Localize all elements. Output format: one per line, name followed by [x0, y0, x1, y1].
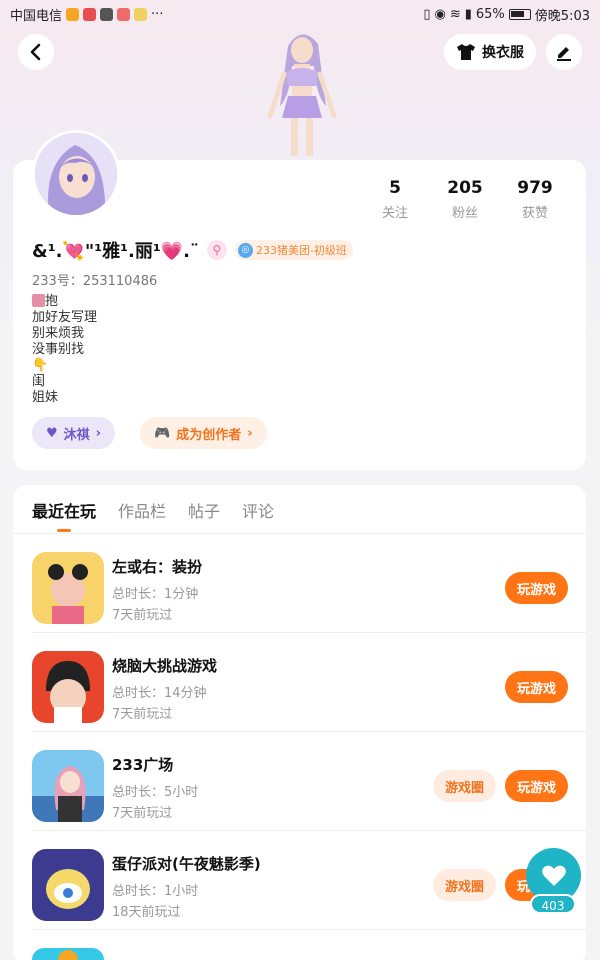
status-bar: 中国电信 ··· ▯ ◉ ≋ ▮ 65% 傍晚5:03	[0, 0, 600, 28]
avatar-portrait-icon	[35, 133, 117, 215]
edit-profile-button[interactable]	[546, 34, 582, 70]
change-outfit-label: 换衣服	[482, 45, 524, 61]
group-badge-icon: ◎	[237, 242, 253, 258]
user-id: 233号：253110486	[32, 274, 158, 289]
stat-likes[interactable]: 979 获赞	[500, 178, 570, 221]
stat-number: 205	[447, 178, 483, 198]
game-icon-233-plaza	[32, 750, 104, 822]
chevron-right-icon: ›	[95, 425, 102, 441]
game-last-played: 18天前玩过	[112, 905, 181, 920]
game-icon-eggy-party	[32, 849, 104, 921]
tab-recently-played[interactable]: 最近在玩	[32, 498, 96, 532]
game-name: 烧脑大挑战游戏	[112, 657, 218, 675]
vibrate-icon: ▯	[423, 6, 431, 22]
game-name: 左或右：装扮	[112, 558, 203, 576]
app-notification-icon	[100, 7, 114, 21]
play-game-button[interactable]: 玩游戏	[505, 572, 568, 604]
hug-emoji-icon	[32, 294, 45, 307]
chevron-left-icon	[30, 43, 41, 61]
app-notification-icon	[83, 7, 97, 21]
stat-label: 获赞	[521, 206, 548, 221]
stat-following[interactable]: 5 关注	[360, 178, 430, 221]
bio-line: 加好友写理	[32, 310, 98, 325]
game-name: 233广场	[112, 756, 174, 774]
tab-comments[interactable]: 评论	[242, 498, 274, 532]
list-item[interactable]: 烧脑大挑战游戏 总时长：14分钟 7天前玩过 玩游戏	[32, 633, 586, 732]
stat-followers[interactable]: 205 粉丝	[430, 178, 500, 221]
game-circle-button[interactable]: 游戏圈	[433, 869, 496, 901]
become-creator-label: 成为创作者	[176, 427, 242, 443]
bio-line: 没事别找	[32, 342, 85, 357]
play-game-button[interactable]: 玩游戏	[505, 671, 568, 703]
game-icon-partial	[32, 948, 104, 960]
stat-number: 5	[389, 178, 401, 198]
list-item[interactable]: 233广场 总时长：5小时 7天前玩过 游戏圈 玩游戏	[32, 732, 586, 831]
chevron-right-icon: ›	[247, 425, 253, 441]
battery-icon	[508, 8, 531, 20]
change-outfit-button[interactable]: 换衣服	[444, 34, 536, 70]
bio-line: 👇	[32, 358, 49, 373]
signal-icon: ▮	[464, 6, 472, 22]
game-last-played: 7天前玩过	[112, 707, 173, 722]
like-count: 403	[530, 894, 576, 914]
user-avatar[interactable]	[32, 130, 120, 218]
bio-line: 别来烦我	[32, 326, 85, 341]
game-circle-button[interactable]: 游戏圈	[433, 770, 496, 802]
more-notifications-icon: ···	[151, 6, 164, 22]
app-notification-icon	[66, 7, 80, 21]
back-button[interactable]	[18, 34, 54, 70]
game-name: 蛋仔派对(午夜魅影季)	[112, 855, 261, 873]
heart-icon	[541, 865, 566, 886]
clock: 傍晚5:03	[534, 8, 590, 24]
become-creator-button[interactable]: 🎮 成为创作者 ›	[140, 417, 267, 449]
game-duration: 总时长：1分钟	[112, 587, 199, 602]
list-item[interactable]: 蛋仔派对(午夜魅影季) 总时长：1小时 18天前玩过 游戏圈 玩游戏	[32, 831, 586, 930]
nickname: &¹.💘"¹雅¹.丽¹💗.¨	[32, 241, 199, 262]
bio-line: 闺	[32, 374, 46, 389]
stat-number: 979	[517, 178, 553, 198]
app-notification-icon	[117, 7, 131, 21]
gamepad-icon: 🎮	[154, 425, 171, 441]
family-chip[interactable]: ♥ 沐祺 ›	[32, 417, 116, 449]
battery-percent: 65%	[475, 6, 505, 22]
group-badge[interactable]: ◎ 233猪美团-初级班	[234, 240, 353, 260]
game-icon-brain-challenge	[32, 651, 104, 723]
nickname-row: &¹.💘"¹雅¹.丽¹💗.¨ ⚲ ◎ 233猪美团-初级班	[32, 237, 353, 263]
bio-line: 姐妹	[32, 390, 59, 405]
app-notification-icon	[134, 7, 148, 21]
stat-label: 关注	[381, 206, 408, 221]
character-avatar-figure[interactable]	[256, 26, 348, 160]
game-duration: 总时长：1小时	[112, 884, 199, 899]
game-duration: 总时长：14分钟	[112, 686, 207, 701]
gender-female-icon: ⚲	[206, 240, 227, 260]
group-badge-label: 233猪美团-初级班	[255, 244, 347, 257]
play-game-button[interactable]: 玩游戏	[505, 770, 568, 802]
wifi-icon: ≋	[449, 6, 461, 22]
tab-works[interactable]: 作品栏	[118, 498, 166, 532]
profile-tabs: 最近在玩 作品栏 帖子 评论	[32, 498, 274, 532]
tshirt-icon	[457, 44, 475, 60]
game-duration: 总时长：5小时	[112, 785, 199, 800]
profile-stats: 5 关注 205 粉丝 979 获赞	[360, 178, 570, 221]
game-last-played: 7天前玩过	[112, 806, 173, 821]
row-divider	[32, 929, 586, 930]
user-bio: 抱 加好友写理 别来烦我 没事别找 👇 闺 姐妹	[32, 294, 97, 406]
bio-line: 抱	[45, 294, 59, 309]
purple-heart-icon: ♥	[46, 425, 58, 441]
list-item[interactable]: 左或右：装扮 总时长：1分钟 7天前玩过 玩游戏	[32, 534, 586, 633]
eye-icon: ◉	[434, 6, 446, 22]
game-icon-left-or-right	[32, 552, 104, 624]
tab-posts[interactable]: 帖子	[188, 498, 220, 532]
family-label: 沐祺	[63, 427, 90, 443]
pencil-icon	[557, 47, 571, 61]
game-last-played: 7天前玩过	[112, 608, 173, 623]
stat-label: 粉丝	[451, 206, 478, 221]
carrier-label: 中国电信	[10, 8, 63, 24]
